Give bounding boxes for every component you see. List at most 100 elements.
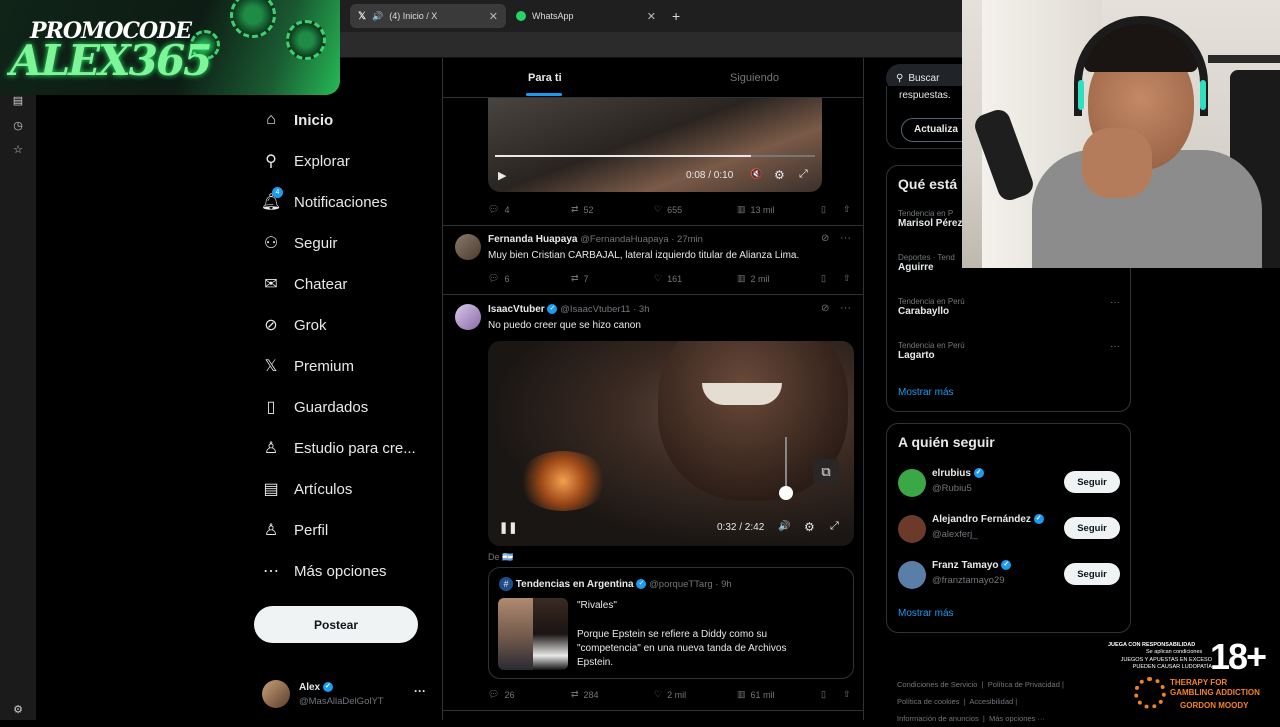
footer-link[interactable]: Condiciones de Servicio — [897, 680, 977, 689]
tab-siguiendo[interactable]: Siguiendo — [730, 72, 779, 84]
new-tab-button[interactable]: + — [668, 4, 690, 28]
gear-icon[interactable]: ⚙ — [774, 168, 785, 182]
nav-item-estudio-para-cre[interactable]: ♙ Estudio para cre... — [262, 434, 416, 462]
grok-icon[interactable]: ⊘ — [821, 303, 829, 314]
mute-icon[interactable]: 🔇 — [750, 169, 762, 180]
follow-button[interactable]: Seguir — [1064, 517, 1120, 539]
nav-item-artículos[interactable]: ▤ Artículos — [262, 475, 352, 503]
more-icon[interactable]: ··· — [840, 232, 851, 244]
show-more-link[interactable]: Mostrar más — [898, 608, 954, 619]
quote-tweet[interactable]: # Tendencias en Argentina ✓ @porqueTTarg… — [488, 567, 854, 679]
tab-inicio-x[interactable]: 𝕏 🔊 (4) Inicio / X ✕ — [350, 4, 506, 28]
tab-para-ti[interactable]: Para ti — [528, 72, 562, 84]
views-button[interactable]: ▥ 13 mil — [737, 204, 821, 215]
views-button[interactable]: ▥ 2 mil — [737, 273, 821, 284]
close-tab-icon[interactable]: ✕ — [647, 10, 656, 23]
fullscreen-icon[interactable]: ⤢ — [799, 168, 808, 181]
footer-link[interactable]: Política de Privacidad — [988, 680, 1060, 689]
settings-icon[interactable]: ⚙ — [11, 703, 25, 717]
retweet-icon: ⇄ — [571, 273, 579, 283]
tweet-handle[interactable]: @FernandaHuapaya · 27min — [580, 234, 703, 245]
volume-icon[interactable]: 🔊 — [778, 521, 790, 532]
video-player[interactable]: ⧉ ❚❚ 0:32 / 2:42 🔊 ⚙ ⤢ — [488, 341, 854, 546]
like-button[interactable]: ♡ 161 — [654, 273, 737, 284]
fullscreen-icon[interactable]: ⤢ — [830, 520, 839, 533]
pip-icon[interactable]: ⧉ — [813, 459, 839, 485]
bookmark-button[interactable]: ▯ — [821, 273, 843, 284]
follow-suggestion[interactable]: elrubius ✓ @Rubiu5 Seguir — [887, 466, 1130, 500]
follow-button[interactable]: Seguir — [1064, 471, 1120, 493]
nav-item-explorar[interactable]: ⚲ Explorar — [262, 147, 350, 175]
like-button[interactable]: ♡ 655 — [654, 204, 737, 215]
footer-link[interactable]: Información de anuncios — [897, 714, 979, 723]
reply-button[interactable]: 💬︎ 6 — [488, 273, 571, 284]
nav-item-seguir[interactable]: ⚇ Seguir — [262, 229, 338, 257]
more-icon[interactable]: ··· — [840, 302, 851, 314]
retweet-button[interactable]: ⇄ 52 — [571, 204, 654, 215]
nav-item-notificaciones[interactable]: 🔔︎ 4 Notificaciones — [261, 187, 388, 216]
avatar[interactable] — [455, 234, 481, 260]
fire-glow — [518, 451, 608, 511]
more-icon[interactable]: ··· — [1110, 297, 1120, 308]
follow-button[interactable]: Seguir — [1064, 563, 1120, 585]
speaker-icon[interactable]: 🔊 — [372, 11, 383, 22]
reply-count: 6 — [504, 273, 510, 284]
retweet-button[interactable]: ⇄ 284 — [571, 689, 654, 700]
avatar[interactable] — [898, 561, 926, 589]
tweet-handle[interactable]: @IsaacVtuber11 · 3h — [560, 304, 649, 315]
nav-item-premium[interactable]: 𝕏 Premium — [262, 352, 354, 380]
share-button[interactable]: ⇧ — [843, 273, 851, 284]
views-button[interactable]: ▥ 61 mil — [737, 689, 821, 700]
page-icon[interactable]: ▤ — [11, 94, 25, 108]
tweet-author[interactable]: IsaacVtuber — [488, 304, 545, 315]
close-tab-icon[interactable]: ✕ — [489, 10, 498, 23]
footer-link[interactable]: Política de cookies — [897, 697, 960, 706]
volume-thumb[interactable] — [779, 486, 793, 500]
nav-item-más-opciones[interactable]: ⋯ Más opciones — [262, 557, 387, 585]
hand — [1082, 128, 1152, 198]
avatar[interactable] — [455, 304, 481, 330]
share-button[interactable]: ⇧ — [843, 204, 851, 215]
star-icon[interactable]: ☆ — [11, 143, 25, 157]
browser-side-rail: ▤ ◷ ☆ ⚙ — [0, 58, 36, 720]
nav-item-guardados[interactable]: ▯ Guardados — [262, 393, 369, 421]
reply-button[interactable]: 💬︎ 26 — [488, 689, 571, 700]
nav-label: Notificaciones — [294, 193, 388, 211]
play-icon[interactable]: ▶ — [498, 169, 506, 182]
reply-button[interactable]: 💬︎ 4 — [488, 204, 571, 215]
nav-item-grok[interactable]: ⊘ Grok — [262, 311, 326, 339]
post-button[interactable]: Postear — [254, 606, 418, 643]
nav-item-chatear[interactable]: ✉ Chatear — [262, 270, 347, 298]
share-button[interactable]: ⇧ — [843, 689, 851, 700]
more-icon[interactable]: ··· — [414, 684, 426, 698]
show-more-link[interactable]: Mostrar más — [898, 387, 954, 398]
follow-suggestion[interactable]: Franz Tamayo ✓ @franztamayo29 Seguir — [887, 558, 1130, 592]
volume-slider[interactable] — [785, 437, 787, 492]
nav-item-inicio[interactable]: ⌂ Inicio — [262, 106, 333, 134]
article-icon: ▤ — [263, 481, 279, 498]
tab-whatsapp[interactable]: WhatsApp ✕ — [508, 4, 664, 28]
retweet-button[interactable]: ⇄ 7 — [571, 273, 654, 284]
avatar[interactable] — [898, 515, 926, 543]
nav-bottom-account[interactable]: Alex ✓ @MasAllaDelGolYT ··· — [262, 680, 432, 710]
bookmark-button[interactable]: ▯ — [821, 204, 843, 215]
bookmark-button[interactable]: ▯ — [821, 689, 843, 700]
footer-link[interactable]: Accesibilidad — [969, 697, 1013, 706]
more-icon[interactable]: ··· — [1110, 341, 1120, 352]
tweet-author[interactable]: Fernanda Huapaya — [488, 234, 577, 245]
nav-label: Estudio para cre... — [294, 439, 416, 457]
history-icon[interactable]: ◷ — [11, 119, 25, 133]
avatar[interactable] — [898, 469, 926, 497]
grok-icon[interactable]: ⊘ — [821, 233, 829, 244]
trend-item[interactable]: Tendencia en Perú Lagarto ··· — [898, 341, 1120, 361]
like-button[interactable]: ♡ 2 mil — [654, 689, 737, 700]
pause-icon[interactable]: ❚❚ — [499, 521, 517, 534]
nav-item-perfil[interactable]: ♙ Perfil — [262, 516, 328, 544]
video-player[interactable]: ▶ 0:08 / 0:10 🔇 ⚙ ⤢ — [488, 98, 822, 192]
trend-item[interactable]: Tendencia en Perú Carabayllo ··· — [898, 297, 1120, 317]
footer-link[interactable]: Más opciones ··· — [989, 714, 1045, 723]
gear-icon[interactable]: ⚙ — [804, 520, 815, 534]
promo-code: ALEX365 — [10, 36, 212, 85]
view-count: 61 mil — [750, 689, 775, 700]
follow-suggestion[interactable]: Alejandro Fernández ✓ @alexferj_ Seguir — [887, 512, 1130, 546]
